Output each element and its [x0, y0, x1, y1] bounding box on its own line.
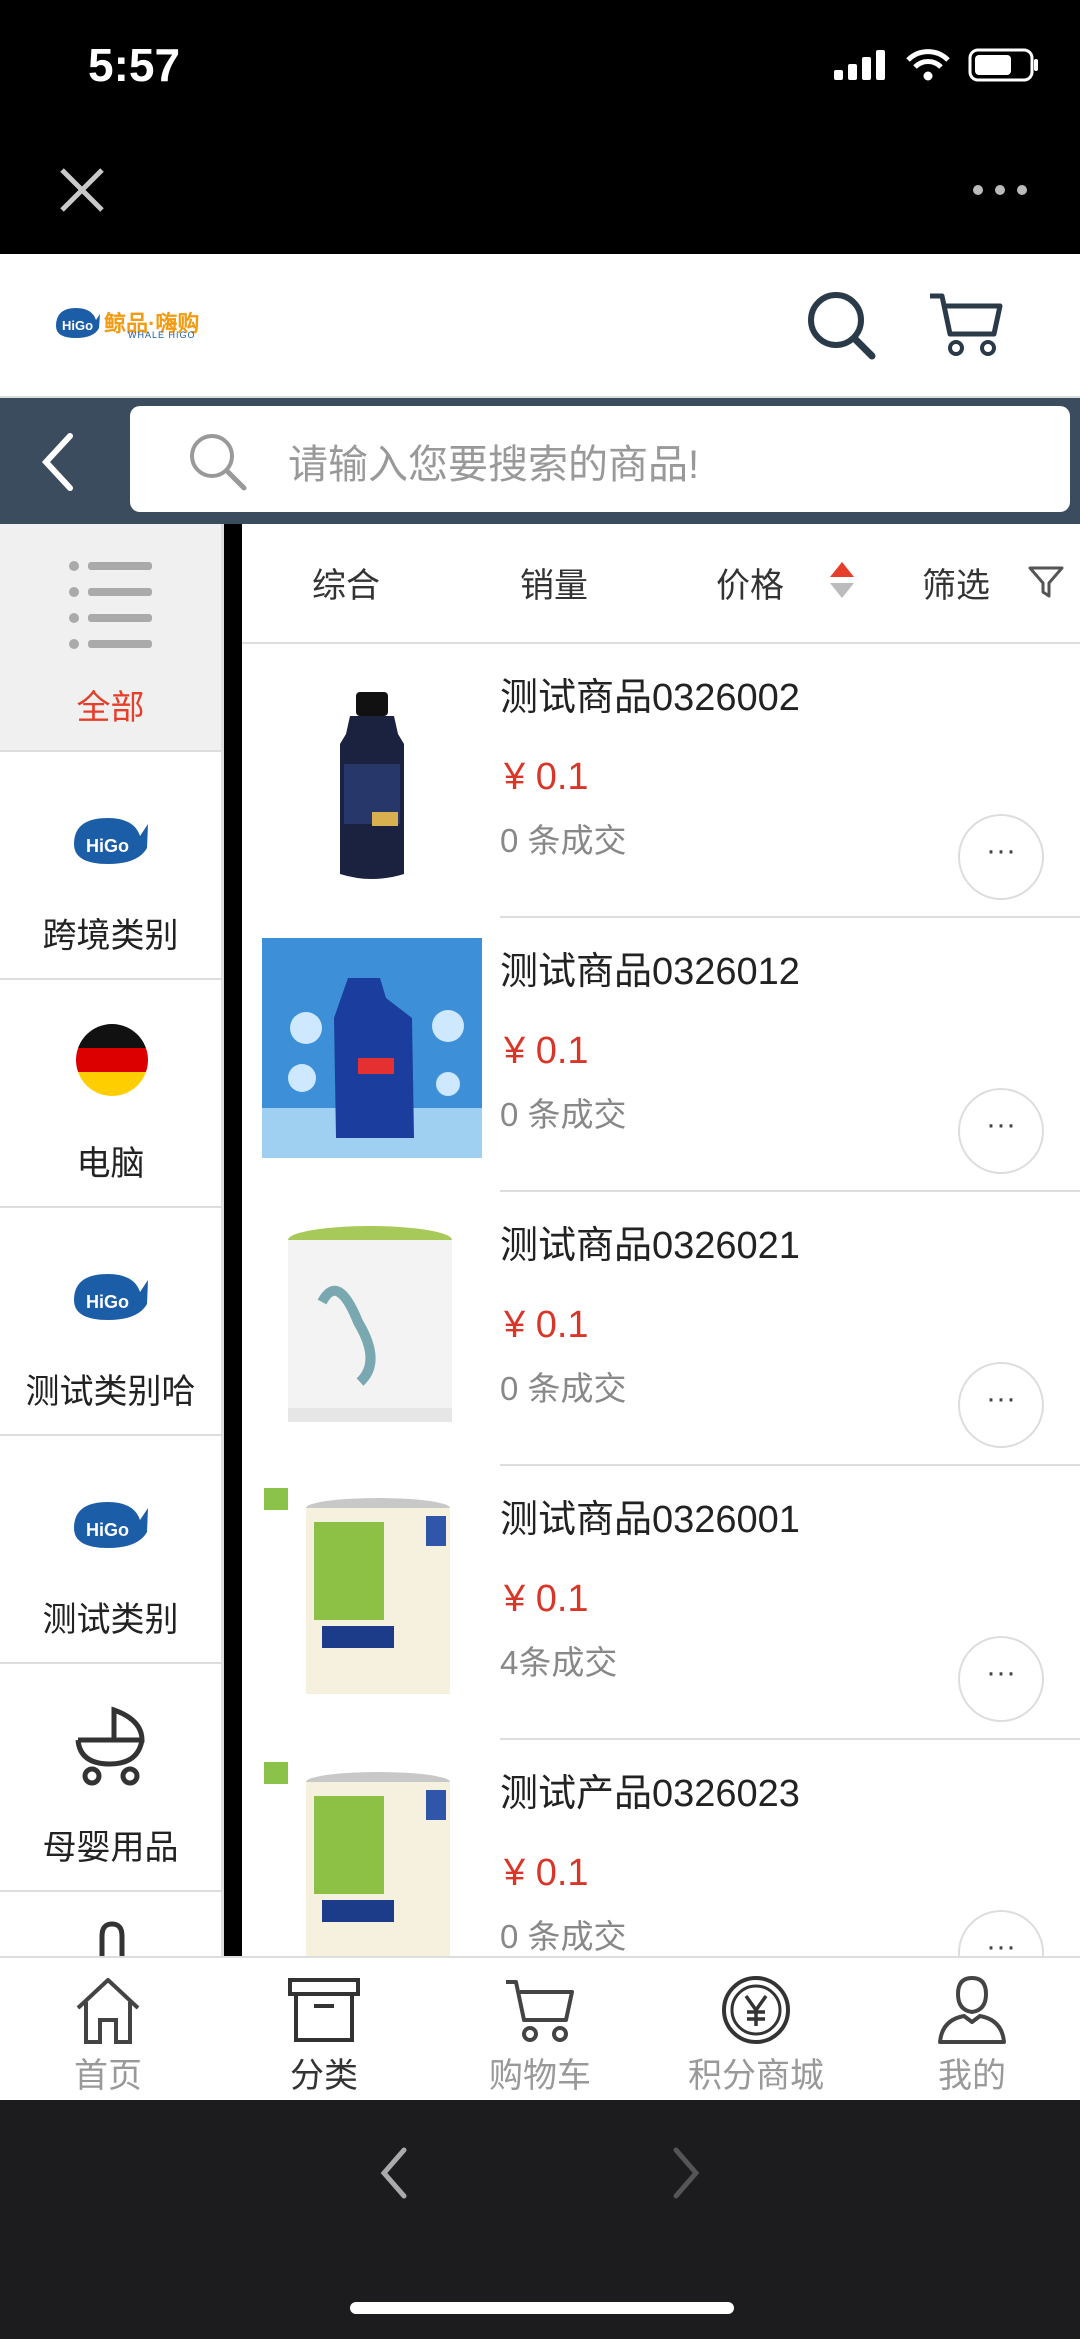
sidebar-item-label: 测试类别 [42, 1601, 179, 1639]
signal-icon [834, 50, 885, 80]
bell-icon [99, 1921, 125, 1956]
sidebar-item-label: 全部 [76, 689, 145, 727]
sort-icon[interactable] [828, 560, 856, 600]
tab-filter[interactable]: 筛选 [922, 558, 990, 607]
nav-home[interactable]: 首页 [0, 1956, 216, 2100]
home-indicator[interactable] [350, 2302, 734, 2314]
browser-forward-icon[interactable] [668, 2146, 704, 2200]
tab-comprehensive[interactable]: 综合 [312, 558, 380, 607]
svg-text:HiGo: HiGo [86, 1520, 129, 1540]
wifi-icon [906, 49, 950, 81]
product-item[interactable]: 测试商品0326012 ¥ 0.1 0 条成交 ··· [242, 918, 1080, 1192]
sidebar-item-label: 电脑 [76, 1145, 145, 1183]
more-button[interactable]: ··· [958, 1636, 1044, 1722]
product-sales: 0 条成交 [500, 1096, 627, 1133]
cart-icon [506, 1980, 574, 2042]
product-price: ¥ 0.1 [504, 1304, 589, 1346]
close-icon[interactable] [52, 160, 112, 220]
tab-sales[interactable]: 销量 [520, 558, 588, 607]
nav-cart[interactable]: 购物车 [432, 1956, 648, 2100]
product-name: 测试产品0326023 [500, 1773, 800, 1815]
search-placeholder: 请输入您要搜索的商品! [288, 443, 700, 487]
nav-label: 分类 [290, 2057, 358, 2095]
more-options-icon[interactable] [970, 170, 1030, 210]
nav-label: 首页 [74, 2057, 142, 2095]
user-icon [938, 1975, 1006, 2044]
sidebar-item-computer[interactable]: 电脑 [0, 980, 221, 1208]
product-image-detergent [262, 938, 482, 1158]
product-name: 测试商品0326001 [500, 1499, 800, 1541]
tab-price[interactable]: 价格 [716, 558, 784, 607]
list-icon [69, 561, 152, 649]
product-sales: 0 条成交 [500, 1918, 627, 1955]
product-name: 测试商品0326021 [500, 1225, 800, 1267]
status-time: 5:57 [88, 39, 181, 91]
product-price: ¥ 0.1 [504, 756, 589, 798]
product-sales: 0 条成交 [500, 822, 627, 859]
sidebar-item-label: 跨境类别 [42, 917, 179, 955]
browser-back-icon[interactable] [376, 2146, 412, 2200]
svg-text:HiGo: HiGo [62, 318, 93, 333]
sidebar-item-label: 测试类别哈 [25, 1373, 196, 1411]
product-price: ¥ 0.1 [504, 1852, 589, 1894]
nav-label: 购物车 [489, 2057, 591, 2095]
logo-subtext: WHALE HIGO [128, 330, 196, 340]
more-button[interactable]: ··· [958, 1088, 1044, 1174]
product-image-milk-can [262, 1212, 482, 1432]
higo-logo-icon: HiGo [68, 788, 156, 876]
status-icons [834, 48, 1040, 82]
sidebar-item-all[interactable]: 全部 [0, 524, 221, 752]
svg-text:HiGo: HiGo [86, 1292, 129, 1312]
category-sidebar: 全部 HiGo 跨境类别 电脑 HiGo 测试类别哈 HiGo 测试类别 母婴用… [0, 524, 224, 1956]
product-name: 测试商品0326012 [500, 951, 800, 993]
svg-text:HiGo: HiGo [86, 836, 129, 856]
sidebar-item-cross-border[interactable]: HiGo 跨境类别 [0, 752, 221, 980]
more-button[interactable]: ··· [958, 1362, 1044, 1448]
product-item[interactable]: 测试商品0326001 ¥ 0.1 4条成交 ··· [242, 1466, 1080, 1740]
sidebar-item-partial[interactable] [0, 1892, 221, 1956]
product-item[interactable]: 测试产品0326023 ¥ 0.1 0 条成交 ··· [242, 1740, 1080, 1956]
more-button[interactable]: ··· [958, 1910, 1044, 1956]
stroller-icon [75, 1706, 145, 1786]
product-item[interactable]: 测试商品0326021 ¥ 0.1 0 条成交 ··· [242, 1192, 1080, 1466]
filter-funnel-icon[interactable] [1028, 564, 1064, 600]
product-price: ¥ 0.1 [504, 1030, 589, 1072]
search-icon[interactable] [806, 290, 876, 360]
nav-category[interactable]: 分类 [216, 1956, 432, 2100]
sidebar-item-label: 母婴用品 [42, 1829, 179, 1867]
product-image-formula-can [262, 1486, 482, 1706]
higo-logo-icon: HiGo [68, 1472, 156, 1560]
product-name: 测试商品0326002 [500, 677, 800, 719]
cart-icon[interactable] [928, 290, 1004, 360]
nav-points-mall[interactable]: 积分商城 [648, 1956, 864, 2100]
search-icon [186, 430, 250, 494]
sidebar-item-test-category-ha[interactable]: HiGo 测试类别哈 [0, 1208, 221, 1436]
sidebar-item-baby[interactable]: 母婴用品 [0, 1664, 221, 1892]
product-item[interactable]: 测试商品0326002 ¥ 0.1 0 条成交 ··· [242, 644, 1080, 918]
back-icon[interactable] [34, 430, 84, 494]
product-sales: 4条成交 [500, 1644, 618, 1681]
product-price: ¥ 0.1 [504, 1578, 589, 1620]
more-button[interactable]: ··· [958, 814, 1044, 900]
category-box-icon [288, 1978, 360, 2042]
product-sales: 0 条成交 [500, 1370, 627, 1407]
product-image-formula-can [262, 1760, 482, 1956]
product-image-bottle [262, 664, 482, 884]
yen-coin-icon [722, 1976, 790, 2044]
nav-mine[interactable]: 我的 [864, 1956, 1080, 2100]
battery-icon [968, 48, 1038, 82]
nav-label: 积分商城 [688, 2057, 824, 2095]
webview-top-bar [0, 130, 1080, 254]
home-icon [76, 1978, 140, 2044]
germany-flag-icon [76, 1024, 148, 1096]
higo-logo-icon: HiGo [68, 1244, 156, 1332]
sidebar-item-test-category[interactable]: HiGo 测试类别 [0, 1436, 221, 1664]
nav-label: 我的 [938, 2057, 1006, 2095]
